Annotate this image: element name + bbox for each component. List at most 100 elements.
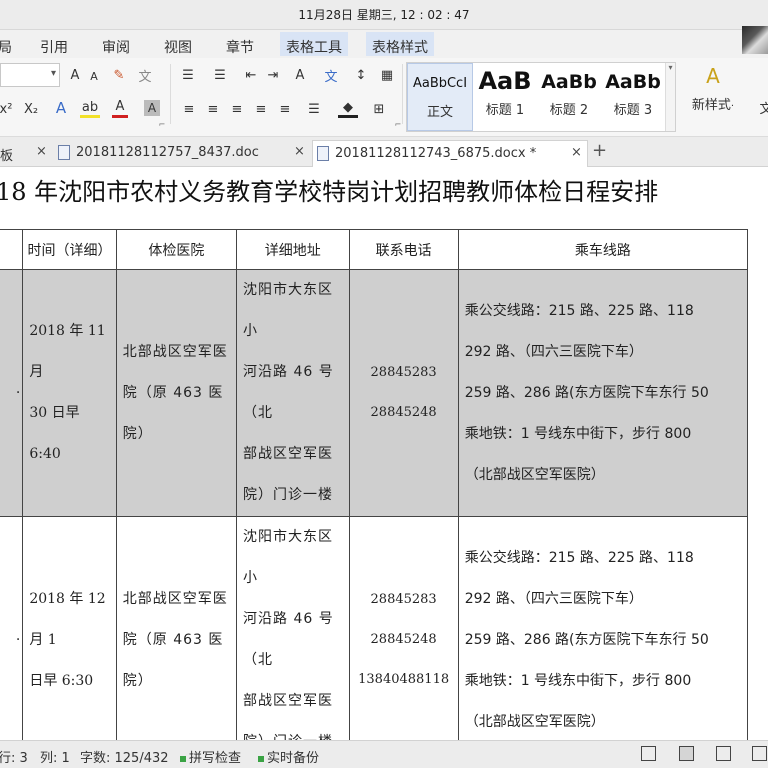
- indent-icon[interactable]: ⇥: [264, 66, 282, 84]
- partial-ribbon-icon[interactable]: 文: [756, 98, 768, 117]
- phonetic-guide-icon[interactable]: 文: [136, 66, 154, 85]
- distribute-icon[interactable]: ≡: [276, 100, 294, 118]
- new-tab-icon[interactable]: +: [592, 140, 607, 161]
- new-style-button[interactable]: A 新样式·: [683, 62, 743, 132]
- line-spacing-icon[interactable]: ☰: [304, 100, 324, 118]
- table-header[interactable]: ）: [0, 229, 24, 270]
- realtime-backup-toggle[interactable]: 实时备份: [258, 747, 319, 766]
- close-icon[interactable]: ×: [294, 144, 305, 159]
- doc-tab-doc[interactable]: 20181128112757_8437.doc ×: [54, 140, 310, 167]
- borders-icon[interactable]: ⊞: [370, 100, 388, 118]
- style-gallery: AaBbCcI 正文 AaB 标题 1 AaBb 标题 2 AaBb 标题 3 …: [406, 62, 676, 132]
- tab-label: 20181128112743_6875.docx *: [335, 146, 537, 161]
- text-effect-icon[interactable]: A: [52, 98, 70, 118]
- font-size-select[interactable]: ▾: [0, 63, 60, 87]
- clear-format-icon[interactable]: ✎: [110, 66, 128, 84]
- chevron-down-icon: ▾: [668, 63, 673, 72]
- menu-view[interactable]: 视图: [164, 37, 192, 57]
- char-shading-icon[interactable]: A: [144, 100, 160, 116]
- table-header[interactable]: 详细地址: [236, 229, 350, 270]
- table-header[interactable]: 时间（详细）: [22, 229, 117, 270]
- document-icon: [317, 146, 329, 161]
- system-clock: 11月28日 星期三, 12 : 02 : 47: [298, 8, 470, 22]
- menu-review[interactable]: 审阅: [102, 37, 130, 57]
- table-cell-address[interactable]: 沈阳市大东区小 河沿路 46 号（北 部战区空军医 院）门诊一楼: [236, 269, 350, 517]
- status-word-count[interactable]: 字数: 125/432: [80, 747, 169, 766]
- table-cell-hospital[interactable]: 北部战区空军医 院（原 463 医院）: [115, 269, 238, 517]
- close-icon[interactable]: ×: [571, 145, 582, 160]
- system-top-bar: 11月28日 星期三, 12 : 02 : 47: [0, 0, 768, 30]
- document-icon: [58, 145, 70, 160]
- table-cell-route[interactable]: 乘公交线路：215 路、225 路、118 292 路、（四六三医院下车） 25…: [457, 269, 749, 517]
- sort-icon[interactable]: ↕: [352, 66, 370, 84]
- table-header-row: ） 时间（详细） 体检医院 详细地址 联系电话 乘车线路: [0, 229, 749, 270]
- highlight-icon[interactable]: ab: [80, 100, 100, 118]
- table-header[interactable]: 体检医院: [115, 229, 238, 270]
- schedule-table[interactable]: ） 时间（详细） 体检医院 详细地址 联系电话 乘车线路 · 2018 年 11…: [0, 229, 749, 740]
- check-icon: [180, 755, 186, 762]
- table-cell-address[interactable]: 沈阳市大东区小 河沿路 46 号（北 部战区空军医 院）门诊一楼: [236, 516, 350, 740]
- web-view-icon[interactable]: [752, 746, 767, 761]
- table-header[interactable]: 乘车线路: [457, 229, 749, 270]
- spell-check-toggle[interactable]: 拼写检查: [180, 747, 241, 766]
- numbered-list-icon[interactable]: ☰: [210, 66, 230, 84]
- align-left-icon[interactable]: ≡: [180, 100, 198, 118]
- menu-layout[interactable]: 局: [0, 37, 12, 57]
- tab-label: 板: [0, 149, 14, 164]
- style-heading-2[interactable]: AaBb 标题 2: [537, 63, 601, 131]
- document-canvas[interactable]: 18 年沈阳市农村义务教育学校特岗计划招聘教师体检日程安排 ） 时间（详细） 体…: [0, 167, 768, 740]
- outdent-icon[interactable]: ⇤: [242, 66, 260, 84]
- subscript-icon[interactable]: X₂: [20, 100, 42, 118]
- style-normal[interactable]: AaBbCcI 正文: [407, 63, 473, 131]
- font-dialog-launcher-icon[interactable]: ⌐: [158, 120, 166, 129]
- chinese-layout-icon[interactable]: 文: [322, 66, 340, 85]
- status-column[interactable]: 列: 1: [40, 747, 70, 766]
- table-grid-icon[interactable]: ▦: [378, 66, 396, 84]
- new-style-icon: A: [706, 64, 720, 88]
- shading-icon[interactable]: ◆: [338, 100, 358, 118]
- style-heading-1[interactable]: AaB 标题 1: [473, 63, 537, 131]
- status-bar: 行: 3 列: 1 字数: 125/432 拼写检查 实时备份: [0, 740, 768, 768]
- align-right-icon[interactable]: ≡: [228, 100, 246, 118]
- ribbon-toolbar: ▾ A A ✎ 文 x² X₂ A ab A A ☰ ☰ ⇤ ⇥ A 文 ↕ ▦…: [0, 58, 768, 137]
- outline-view-icon[interactable]: [716, 746, 731, 761]
- grow-font-icon[interactable]: A: [66, 66, 84, 84]
- table-cell-phone[interactable]: 28845283 28845248: [348, 269, 459, 517]
- menu-bar: 局 引用 审阅 视图 章节 表格工具 表格样式: [0, 30, 768, 58]
- menu-references[interactable]: 引用: [40, 37, 68, 57]
- doc-tab-docx-active[interactable]: 20181128112743_6875.docx * ×: [312, 140, 588, 167]
- menu-section[interactable]: 章节: [226, 37, 254, 57]
- page-view-icon[interactable]: [679, 746, 694, 761]
- table-cell-time[interactable]: 2018 年 12 月 1 日早 6:30: [22, 516, 117, 740]
- bullet-list-icon[interactable]: ☰: [178, 66, 198, 84]
- justify-icon[interactable]: ≡: [252, 100, 270, 118]
- table-cell-phone[interactable]: 28845283 28845248 13840488118: [348, 516, 459, 740]
- table-cell-route[interactable]: 乘公交线路：215 路、225 路、118 292 路、（四六三医院下车） 25…: [457, 516, 749, 740]
- table-header[interactable]: 联系电话: [348, 229, 459, 270]
- status-row[interactable]: 行: 3: [0, 747, 28, 766]
- paragraph-dialog-launcher-icon[interactable]: ⌐: [394, 120, 402, 129]
- document-tab-bar: 板 × 20181128112757_8437.doc × 2018112811…: [0, 137, 768, 167]
- style-gallery-scroll[interactable]: ▾: [665, 63, 675, 131]
- menu-table-style[interactable]: 表格样式: [366, 32, 434, 56]
- table-cell[interactable]: ·: [0, 269, 24, 517]
- menu-table-tools[interactable]: 表格工具: [280, 32, 348, 56]
- font-change-icon[interactable]: A: [290, 66, 310, 84]
- doc-tab-template[interactable]: 板 ×: [0, 140, 50, 167]
- table-cell-time[interactable]: 2018 年 11 月 30 日早 6:40: [22, 269, 117, 517]
- table-cell[interactable]: ·: [0, 516, 24, 740]
- table-row: · 2018 年 12 月 1 日早 6:30 北部战区空军医 院（原 463 …: [0, 516, 749, 740]
- close-icon[interactable]: ×: [36, 144, 47, 159]
- tab-label: 20181128112757_8437.doc: [76, 145, 259, 160]
- document-title[interactable]: 18 年沈阳市农村义务教育学校特岗计划招聘教师体检日程安排: [0, 172, 658, 207]
- chevron-down-icon: ▾: [50, 68, 56, 79]
- superscript-icon[interactable]: x²: [0, 100, 14, 118]
- align-center-icon[interactable]: ≡: [204, 100, 222, 118]
- table-cell-hospital[interactable]: 北部战区空军医 院（原 463 医院）: [115, 516, 238, 740]
- font-color-icon[interactable]: A: [112, 98, 128, 118]
- user-avatar[interactable]: [742, 26, 768, 54]
- check-icon: [258, 755, 264, 762]
- shrink-font-icon[interactable]: A: [87, 68, 101, 84]
- fullscreen-view-icon[interactable]: [641, 746, 656, 761]
- style-heading-3[interactable]: AaBb 标题 3: [601, 63, 665, 131]
